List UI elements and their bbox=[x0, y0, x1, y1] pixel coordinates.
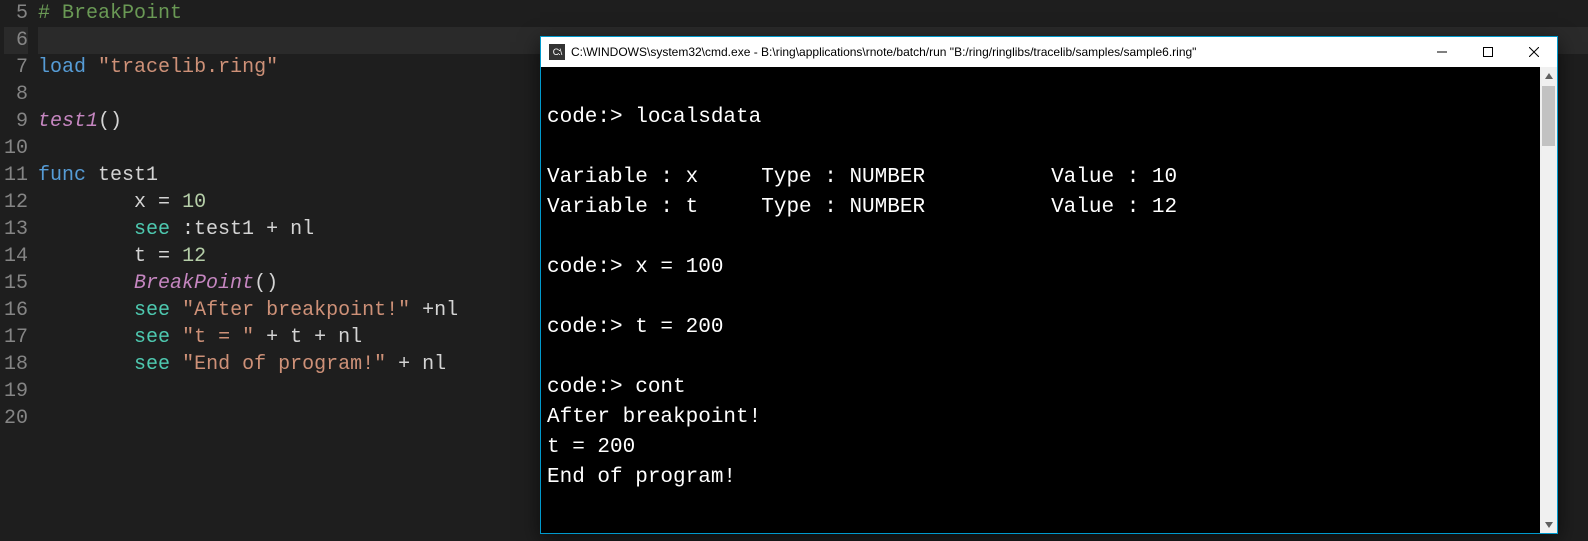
scroll-up-icon[interactable] bbox=[1540, 67, 1557, 84]
line-number: 10 bbox=[4, 135, 28, 162]
console-output[interactable]: code:> localsdata Variable : x Type : NU… bbox=[541, 67, 1540, 533]
scroll-down-icon[interactable] bbox=[1540, 516, 1557, 533]
line-number: 14 bbox=[4, 243, 28, 270]
line-number: 7 bbox=[4, 54, 28, 81]
code-line[interactable]: # BreakPoint bbox=[38, 0, 1588, 27]
line-number: 8 bbox=[4, 81, 28, 108]
scroll-thumb[interactable] bbox=[1542, 86, 1555, 146]
window-buttons bbox=[1419, 37, 1557, 67]
line-number: 20 bbox=[4, 405, 28, 432]
line-number: 13 bbox=[4, 216, 28, 243]
line-number: 6 bbox=[4, 27, 28, 54]
line-number: 12 bbox=[4, 189, 28, 216]
line-number: 5 bbox=[4, 0, 28, 27]
console-scrollbar[interactable] bbox=[1540, 67, 1557, 533]
scroll-track[interactable] bbox=[1540, 84, 1557, 516]
line-number: 15 bbox=[4, 270, 28, 297]
console-window[interactable]: C:\ C:\WINDOWS\system32\cmd.exe - B:\rin… bbox=[540, 36, 1558, 534]
console-title: C:\WINDOWS\system32\cmd.exe - B:\ring\ap… bbox=[571, 45, 1419, 59]
cmd-icon: C:\ bbox=[549, 44, 565, 60]
console-titlebar[interactable]: C:\ C:\WINDOWS\system32\cmd.exe - B:\rin… bbox=[541, 37, 1557, 67]
maximize-button[interactable] bbox=[1465, 37, 1511, 67]
line-number-gutter: 567891011121314151617181920 bbox=[0, 0, 34, 541]
line-number: 16 bbox=[4, 297, 28, 324]
line-number: 18 bbox=[4, 351, 28, 378]
line-number: 9 bbox=[4, 108, 28, 135]
line-number: 11 bbox=[4, 162, 28, 189]
close-button[interactable] bbox=[1511, 37, 1557, 67]
minimize-button[interactable] bbox=[1419, 37, 1465, 67]
line-number: 17 bbox=[4, 324, 28, 351]
line-number: 19 bbox=[4, 378, 28, 405]
